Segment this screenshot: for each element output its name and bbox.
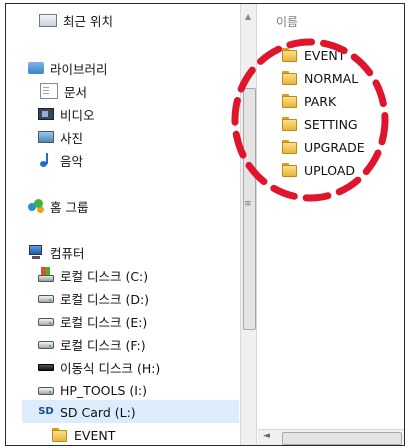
folder-name: UPLOAD xyxy=(304,162,356,178)
nav-item-libraries[interactable]: 라이브러리 xyxy=(28,57,108,79)
nav-item-label: 로컬 디스크 (C:) xyxy=(60,268,149,284)
folder-name: NORMAL xyxy=(304,70,359,86)
nav-item-label: 최근 위치 xyxy=(63,13,113,29)
nav-item-drive-e[interactable]: 로컬 디스크 (E:) xyxy=(38,310,147,332)
system-drive-icon xyxy=(38,267,54,283)
nav-item-music[interactable]: 음악 xyxy=(38,149,83,171)
folder-icon xyxy=(282,116,298,132)
folder-icon xyxy=(282,162,298,178)
folder-icon xyxy=(282,93,298,109)
nav-item-documents[interactable]: 문서 xyxy=(38,80,87,102)
nav-item-label: 로컬 디스크 (F:) xyxy=(60,337,146,353)
nav-item-pictures[interactable]: 사진 xyxy=(38,126,83,148)
nav-item-drive-d[interactable]: 로컬 디스크 (D:) xyxy=(38,287,149,309)
nav-item-drive-h[interactable]: 이동식 디스크 (H:) xyxy=(38,356,160,378)
nav-item-label: 로컬 디스크 (D:) xyxy=(60,291,150,307)
nav-item-label: EVENT xyxy=(74,427,116,443)
folder-item-park[interactable]: PARK xyxy=(282,91,336,111)
nav-item-label: 사진 xyxy=(60,130,84,146)
nav-item-drive-i[interactable]: HP_TOOLS (I:) xyxy=(38,379,147,401)
folder-item-upload[interactable]: UPLOAD xyxy=(282,160,355,180)
folder-item-event[interactable]: EVENT xyxy=(282,45,345,65)
music-icon xyxy=(38,152,54,168)
computer-icon xyxy=(28,244,44,260)
folder-icon xyxy=(282,70,298,86)
videos-icon xyxy=(38,108,54,120)
nav-item-drive-f[interactable]: 로컬 디스크 (F:) xyxy=(38,333,146,355)
libraries-icon xyxy=(28,62,44,74)
nav-item-label: 문서 xyxy=(64,84,88,100)
nav-item-label: 컴퓨터 xyxy=(50,245,85,261)
folder-item-setting[interactable]: SETTING xyxy=(282,114,358,134)
explorer-window: 최근 위치 라이브러리 문서 비디오 사진 음악 홈 그룹 컴퓨터 로컬 디스크… xyxy=(5,3,405,446)
drive-icon xyxy=(38,382,54,398)
nav-item-homegroup[interactable]: 홈 그룹 xyxy=(28,195,88,217)
nav-item-computer[interactable]: 컴퓨터 xyxy=(28,241,85,263)
drive-icon xyxy=(38,336,54,352)
sd-card-icon: SD xyxy=(38,406,54,417)
nav-item-label: SD Card (L:) xyxy=(60,404,136,420)
scrollbar-thumb[interactable] xyxy=(282,432,402,445)
nav-item-label: 라이브러리 xyxy=(50,61,108,77)
drive-icon xyxy=(38,290,54,306)
folder-icon xyxy=(282,47,298,63)
nav-item-label: 음악 xyxy=(60,153,84,169)
scroll-up-arrow-icon[interactable]: ▲ xyxy=(245,12,251,21)
file-list-pane: 이름 EVENT NORMAL PARK SETTING UPGRADE UPL… xyxy=(258,4,404,445)
folder-name: UPGRADE xyxy=(304,139,365,155)
folder-item-upgrade[interactable]: UPGRADE xyxy=(282,137,365,157)
folder-name: PARK xyxy=(304,93,337,109)
navigation-pane: 최근 위치 라이브러리 문서 비디오 사진 음악 홈 그룹 컴퓨터 로컬 디스크… xyxy=(6,4,241,445)
folder-icon xyxy=(52,427,68,443)
nav-item-event-folder[interactable]: EVENT xyxy=(52,424,116,445)
recent-places-icon xyxy=(39,13,57,27)
nav-item-label: 이동식 디스크 (H:) xyxy=(60,360,161,376)
nav-item-recent-places[interactable]: 최근 위치 xyxy=(38,9,113,31)
folder-name: EVENT xyxy=(304,47,346,63)
scrollbar-thumb[interactable] xyxy=(243,88,256,330)
nav-item-label: 비디오 xyxy=(60,107,95,123)
pictures-icon xyxy=(38,131,54,143)
nav-item-label: HP_TOOLS (I:) xyxy=(60,382,148,398)
file-list-horizontal-scrollbar[interactable]: ◄ xyxy=(258,429,404,445)
folder-icon xyxy=(282,139,298,155)
nav-item-sd-card[interactable]: SD SD Card (L:) xyxy=(38,401,136,423)
scrollbar-grip-icon: ≡ xyxy=(244,199,252,209)
name-column-header[interactable]: 이름 xyxy=(276,13,298,30)
folder-name: SETTING xyxy=(304,116,358,132)
nav-item-label: 홈 그룹 xyxy=(50,199,89,215)
scroll-left-arrow-icon[interactable]: ◄ xyxy=(263,431,270,441)
documents-icon xyxy=(40,83,58,99)
homegroup-icon xyxy=(28,198,44,214)
nav-item-drive-c[interactable]: 로컬 디스크 (C:) xyxy=(38,264,148,286)
drive-icon xyxy=(38,313,54,329)
navigation-scrollbar[interactable]: ▲ ≡ xyxy=(240,4,257,445)
folder-item-normal[interactable]: NORMAL xyxy=(282,68,358,88)
nav-item-videos[interactable]: 비디오 xyxy=(38,103,95,125)
nav-item-label: 로컬 디스크 (E:) xyxy=(60,314,148,330)
removable-disk-icon xyxy=(38,359,54,375)
